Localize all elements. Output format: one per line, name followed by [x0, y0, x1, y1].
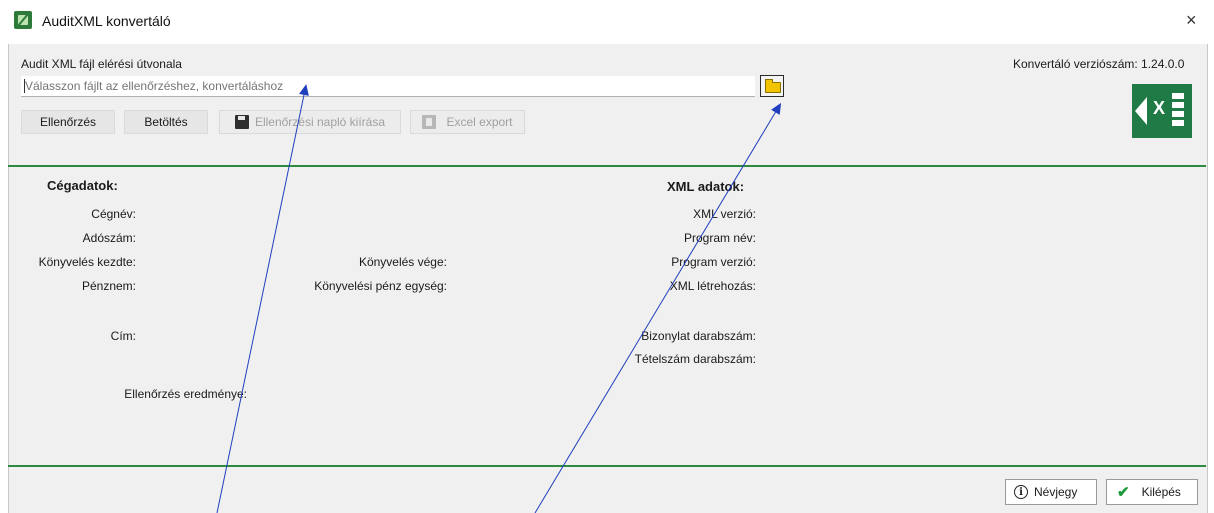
annotation-line-input — [216, 89, 306, 513]
annotation-overlay — [216, 84, 782, 513]
annotation-arrowhead-browse — [771, 102, 782, 115]
annotation-line-browse — [534, 107, 779, 513]
annotation-arrowhead-input — [299, 84, 309, 96]
